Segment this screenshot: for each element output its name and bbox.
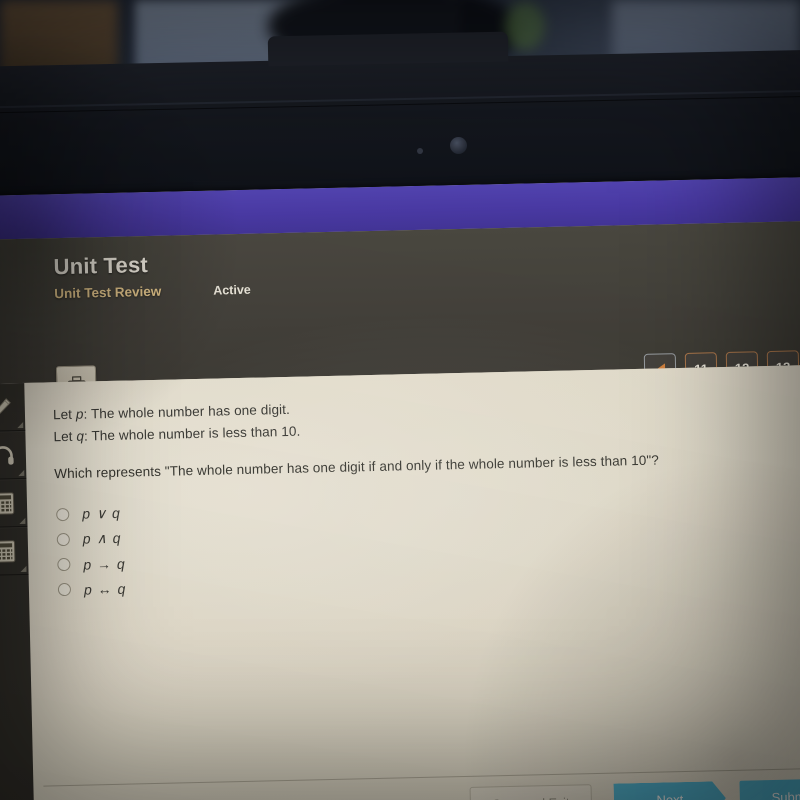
premise-q-text: : The whole number is less than 10. bbox=[83, 423, 301, 444]
option-label: p ↔ q bbox=[83, 580, 127, 598]
option-label: p ∧ q bbox=[82, 529, 122, 547]
photo-of-laptop-screen: Unit Test Unit Test Review Active Let p:… bbox=[0, 0, 800, 800]
answer-options: p ∨ q p ∧ q p → q p ↔ q bbox=[55, 485, 800, 602]
option-label: p ∨ q bbox=[82, 504, 122, 522]
sidebar-item-calculator-2[interactable] bbox=[0, 526, 29, 576]
option-label: p → q bbox=[83, 555, 126, 573]
premise-p-prefix: Let bbox=[52, 406, 77, 423]
premise-p-text: : The whole number has one digit. bbox=[83, 401, 291, 422]
webcam-icon bbox=[450, 137, 467, 154]
app-header: Unit Test Unit Test Review Active bbox=[0, 220, 800, 401]
sidebar-item-calculator-1[interactable] bbox=[0, 478, 28, 528]
radio-button-option-1[interactable] bbox=[56, 507, 70, 522]
question-prompt: Which represents "The whole number has o… bbox=[54, 452, 660, 482]
status-badge: Active bbox=[213, 282, 251, 298]
next-button[interactable]: Next bbox=[613, 781, 726, 800]
radio-button-option-2[interactable] bbox=[56, 532, 70, 547]
calculator-icon bbox=[0, 491, 15, 515]
calculator-icon bbox=[0, 539, 16, 563]
room-plant bbox=[505, 2, 545, 50]
laptop-lid-notch bbox=[267, 31, 509, 67]
headphones-icon bbox=[0, 445, 14, 465]
question-content-area: Let p: The whole number has one digit. L… bbox=[0, 364, 800, 800]
question-body: Let p: The whole number has one digit. L… bbox=[53, 387, 800, 602]
save-and-exit-button[interactable]: Save and Exit bbox=[469, 784, 593, 800]
webcam-indicator-icon bbox=[417, 148, 423, 154]
sidebar-item-highlighter[interactable] bbox=[0, 382, 26, 432]
assignment-subtitle: Unit Test Review bbox=[54, 283, 162, 302]
sidebar-item-audio[interactable] bbox=[0, 430, 27, 480]
radio-button-option-3[interactable] bbox=[57, 557, 71, 572]
footer-bar: Mark this and return Save and Exit Next … bbox=[43, 768, 800, 800]
laptop-screen: Unit Test Unit Test Review Active Let p:… bbox=[0, 176, 800, 800]
tool-rail bbox=[0, 382, 35, 800]
submit-button[interactable]: Submit bbox=[739, 778, 800, 800]
highlighter-pencil-icon bbox=[0, 397, 11, 416]
premise-q-prefix: Let bbox=[53, 428, 77, 445]
radio-button-option-4[interactable] bbox=[57, 582, 72, 597]
